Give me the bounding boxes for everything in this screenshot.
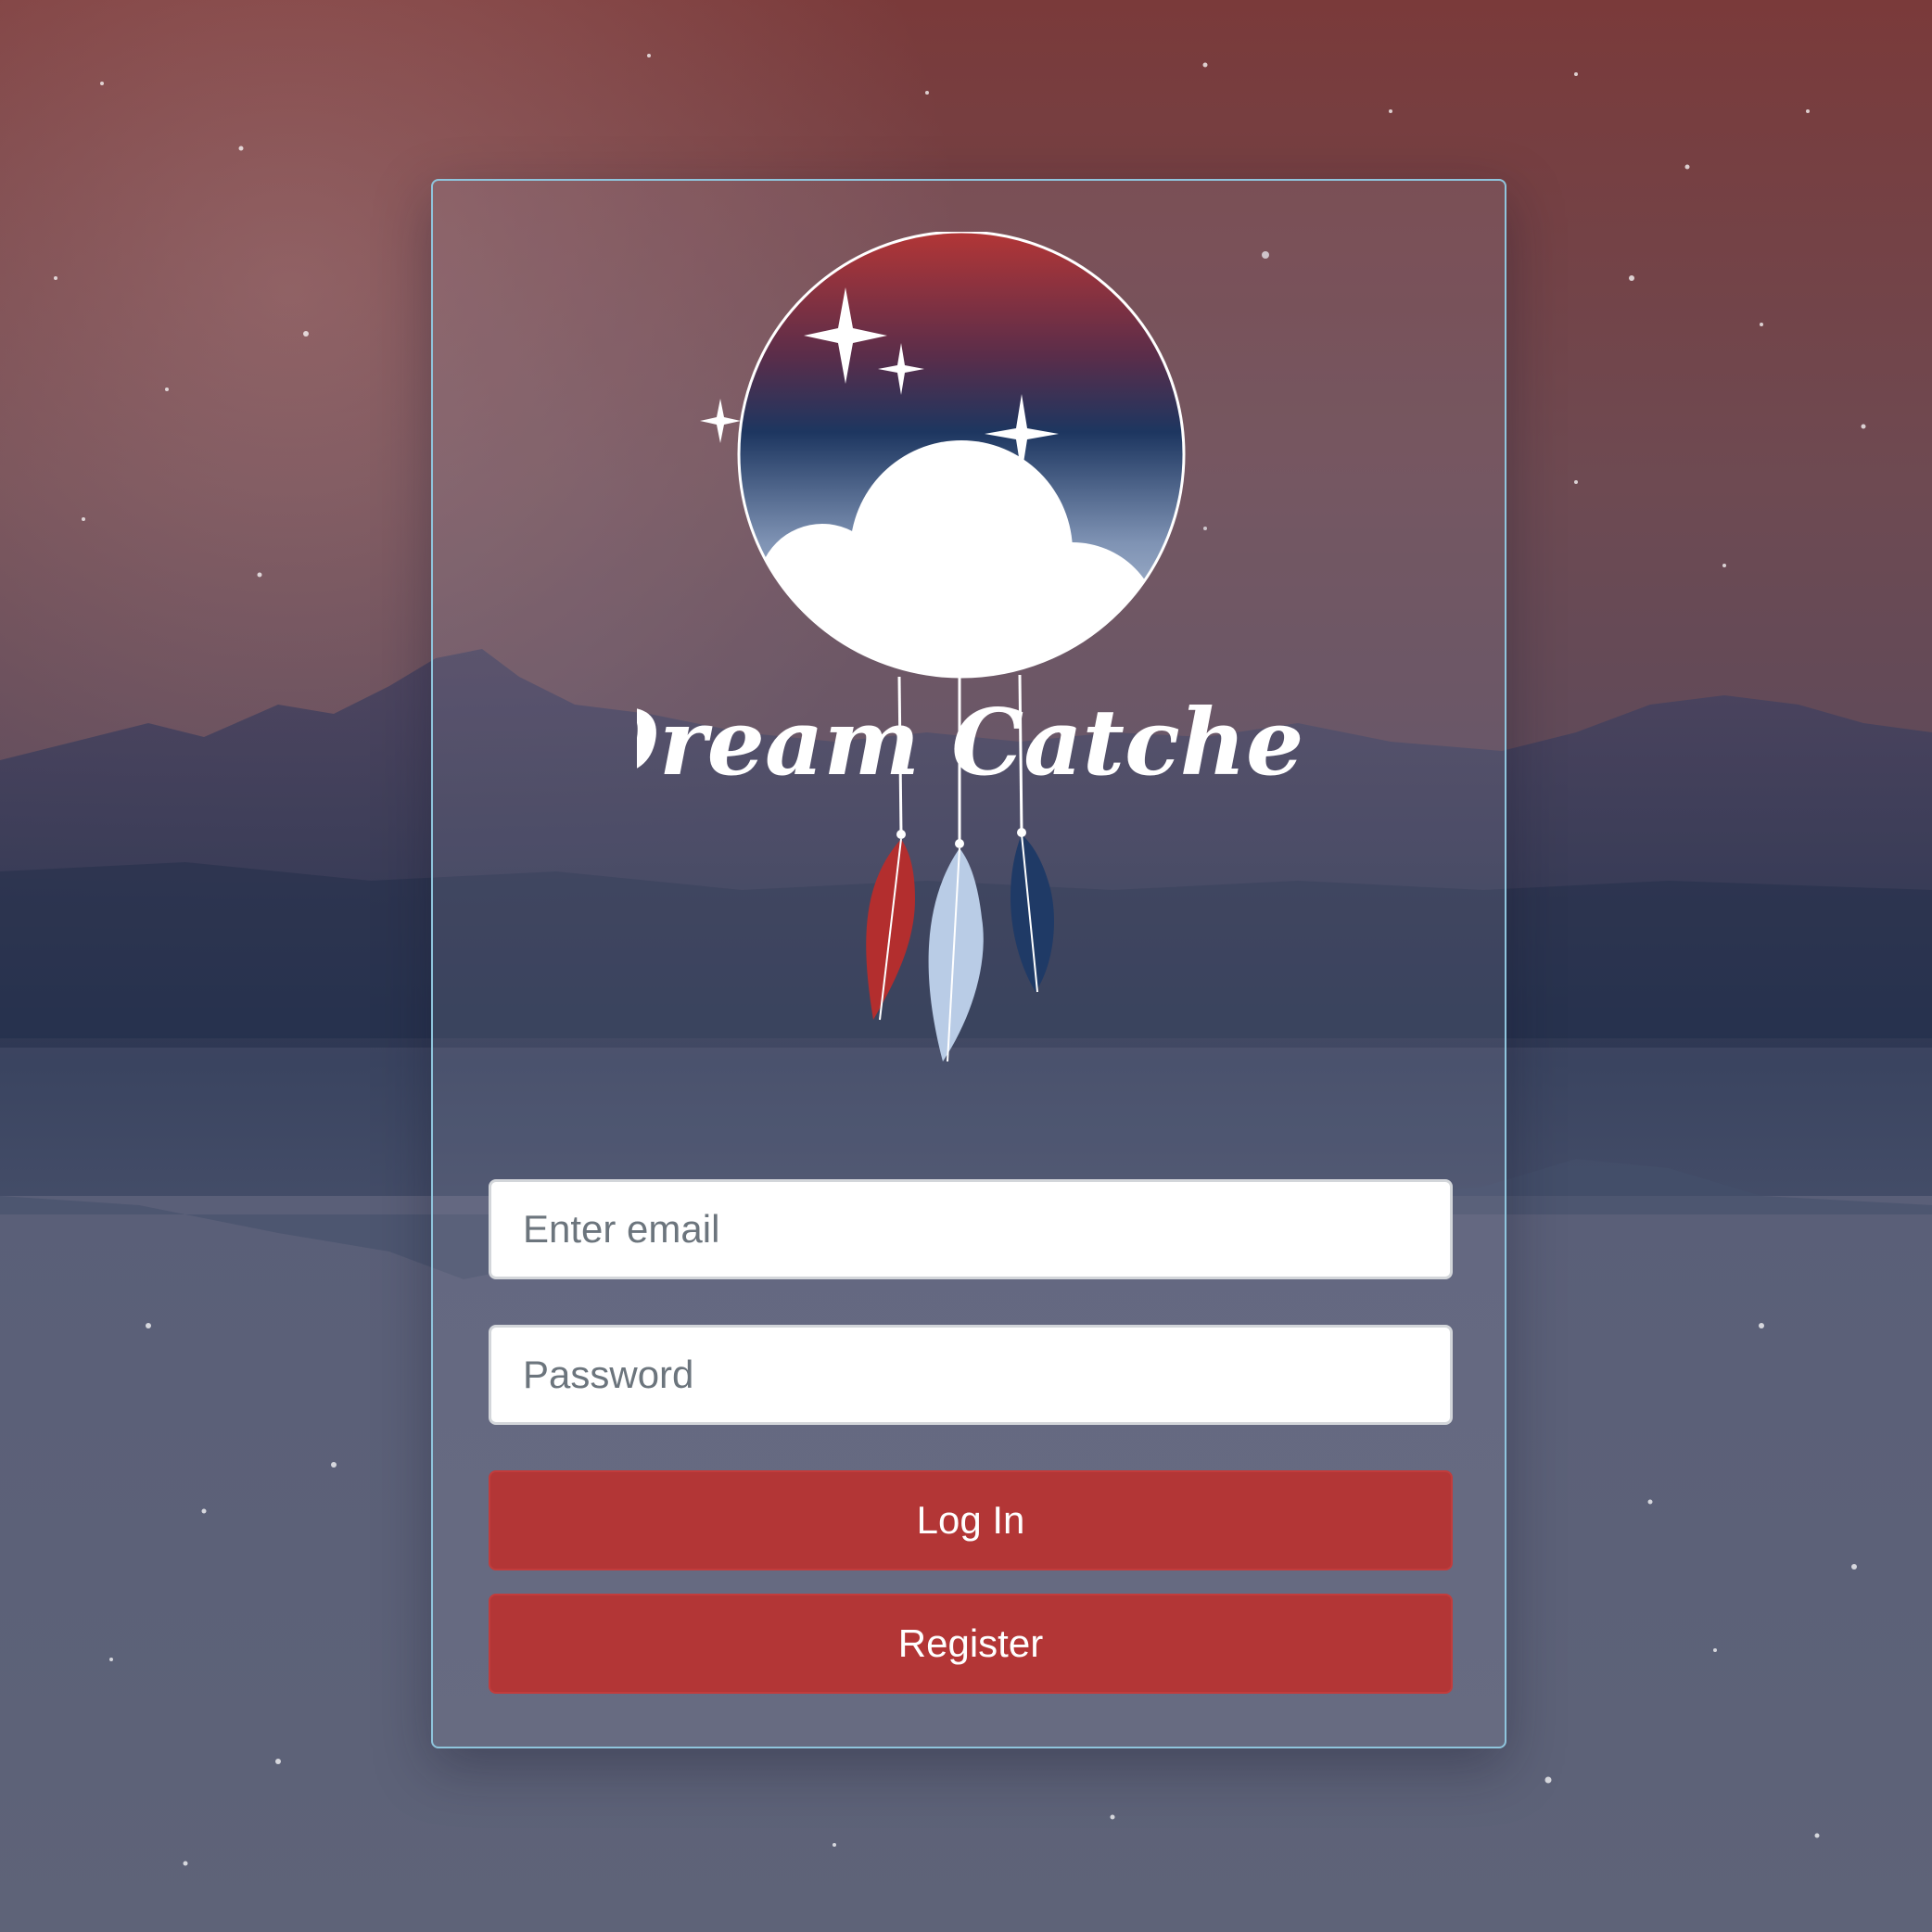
login-card: Dream Catcher Log In Register [431, 179, 1506, 1748]
password-input[interactable] [489, 1325, 1453, 1425]
login-screen: Dream Catcher Log In Register [0, 0, 1932, 1932]
feather-icon [866, 828, 1054, 1062]
register-button[interactable]: Register [489, 1594, 1453, 1694]
dreamcatcher-logo: Dream Catcher [637, 232, 1304, 1062]
email-input[interactable] [489, 1179, 1453, 1279]
moon-circle-icon [737, 232, 1186, 679]
login-button[interactable]: Log In [489, 1470, 1453, 1570]
brand-wordmark: Dream Catcher [637, 690, 1304, 796]
